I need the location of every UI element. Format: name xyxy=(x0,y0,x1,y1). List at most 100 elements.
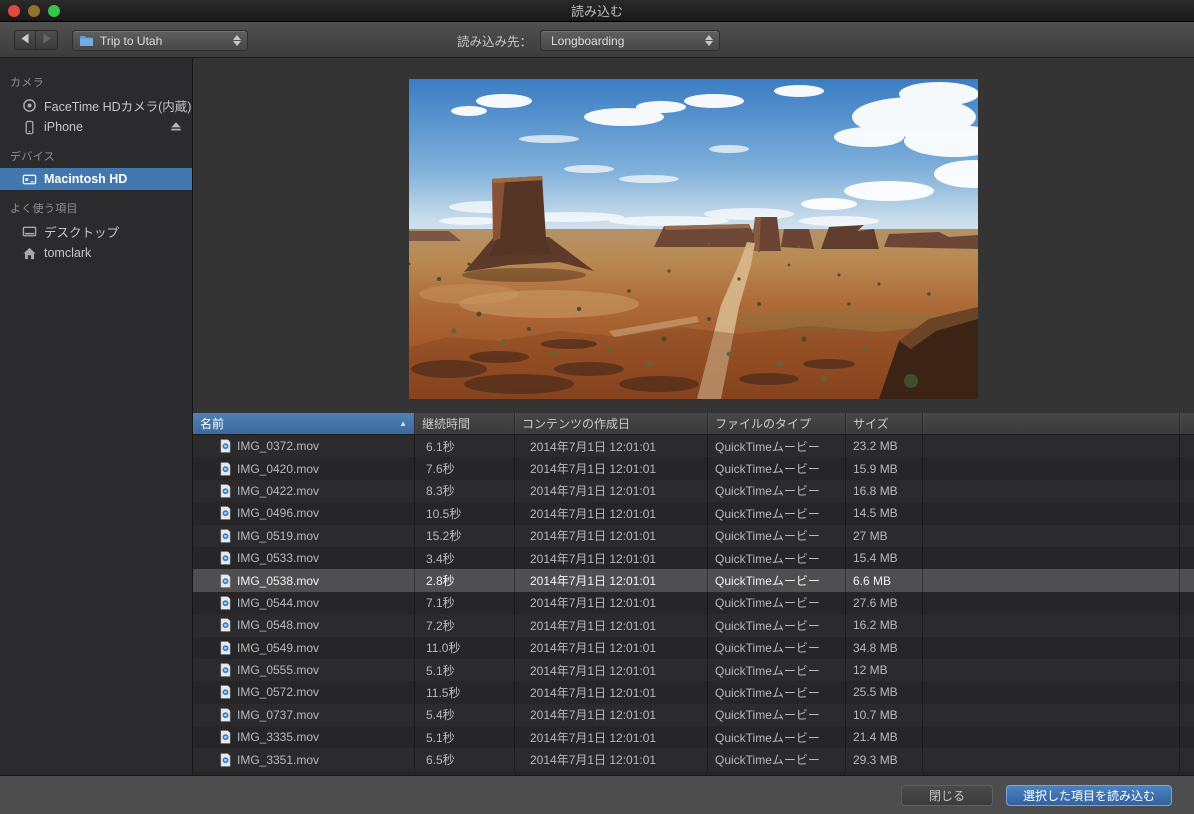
table-row[interactable]: IMG_0544.mov 7.1秒 2014年7月1日 12:01:01 QuickT… xyxy=(193,591,1194,615)
video-preview-image[interactable] xyxy=(409,79,978,399)
cell-type-text: QuickTimeムービー xyxy=(715,529,820,544)
close-button[interactable]: 閉じる xyxy=(900,784,993,806)
source-folder-dropdown[interactable]: Trip to Utah xyxy=(72,30,248,51)
cell-spacer xyxy=(1180,726,1194,748)
cell-type: QuickTimeムービー xyxy=(708,479,846,503)
table-row[interactable]: IMG_0555.mov 5.1秒 2014年7月1日 12:01:01 QuickT… xyxy=(193,658,1194,682)
cell-duration-text: 7.6秒 xyxy=(426,462,455,477)
cell-name: IMG_0548.mov xyxy=(193,614,415,637)
quicktime-file-icon xyxy=(220,506,231,521)
stepper-arrows-icon xyxy=(233,35,241,46)
cell-type-text: QuickTimeムービー xyxy=(715,685,820,700)
destination-dropdown[interactable]: Longboarding xyxy=(540,30,720,51)
cell-type: QuickTimeムービー xyxy=(708,457,846,480)
cell-duration-text: 11.5秒 xyxy=(426,685,461,700)
destination-value: Longboarding xyxy=(551,33,625,48)
sidebar-item-label: Macintosh HD xyxy=(44,172,128,186)
cell-type-text: QuickTimeムービー xyxy=(715,439,820,454)
cell-created-text: 2014年7月1日 12:01:01 xyxy=(530,574,657,589)
cell-created-text: 2014年7月1日 12:01:01 xyxy=(530,551,657,566)
cell-type: QuickTimeムービー xyxy=(708,591,846,615)
table-row[interactable]: IMG_3335.mov 5.1秒 2014年7月1日 12:01:01 QuickT… xyxy=(193,726,1194,749)
sidebar-item-label: FaceTime HDカメラ(内蔵) xyxy=(44,99,192,114)
table-row[interactable]: IMG_0420.mov 7.6秒 2014年7月1日 12:01:01 QuickT… xyxy=(193,457,1194,480)
quicktime-file-icon xyxy=(220,730,231,744)
cell-size: 23.2 MB xyxy=(846,435,923,458)
iphone-icon xyxy=(21,119,37,135)
cell-spacer xyxy=(1180,592,1194,614)
table-row[interactable]: IMG_0538.mov 2.8秒 2014年7月1日 12:01:01 QuickT… xyxy=(193,569,1194,592)
cell-created: 2014年7月1日 12:01:01 xyxy=(515,658,708,682)
forward-arrow-icon xyxy=(42,31,52,49)
column-header-label: コンテンツの作成日 xyxy=(522,417,631,431)
table-row[interactable]: IMG_0533.mov 3.4秒 2014年7月1日 12:01:01 QuickT… xyxy=(193,546,1194,570)
cell-created: 2014年7月1日 12:01:01 xyxy=(515,591,708,615)
cell-name: IMG_0737.mov xyxy=(193,703,415,727)
cell-name-text: IMG_0737.mov xyxy=(237,707,320,722)
cell-name-text: IMG_0519.mov xyxy=(237,528,320,543)
cell-duration: 8.3秒 xyxy=(415,479,515,503)
cell-spacer xyxy=(1180,614,1194,636)
import-window: 読み込む Trip to Utah 読み込み先： Longboarding カメ… xyxy=(0,0,1194,814)
cell-created: 2014年7月1日 12:01:01 xyxy=(515,524,708,547)
cell-size-text: 27 MB xyxy=(853,528,888,543)
cell-size-text: 15.4 MB xyxy=(853,551,898,566)
table-row[interactable]: IMG_0548.mov 7.2秒 2014年7月1日 12:01:01 QuickT… xyxy=(193,614,1194,637)
cell-created-text: 2014年7月1日 12:01:01 xyxy=(530,596,657,611)
table-row[interactable]: IMG_0422.mov 8.3秒 2014年7月1日 12:01:01 QuickT… xyxy=(193,479,1194,503)
cell-size-text: 12 MB xyxy=(853,663,888,678)
cell-created-text: 2014年7月1日 12:01:01 xyxy=(530,484,657,499)
cell-spacer xyxy=(1180,637,1194,659)
cell-duration-text: 11.0秒 xyxy=(426,641,461,656)
column-header-duration[interactable]: 継続時間 xyxy=(415,413,515,434)
cell-type: QuickTimeムービー xyxy=(708,636,846,659)
cell-created: 2014年7月1日 12:01:01 xyxy=(515,479,708,503)
cell-spacer xyxy=(923,636,1180,659)
import-selected-button[interactable]: 選択した項目を読み込む xyxy=(1005,784,1172,806)
cell-spacer xyxy=(1180,659,1194,681)
back-button[interactable] xyxy=(14,30,36,50)
sidebar-item-macintosh-hd[interactable]: Macintosh HD xyxy=(0,168,192,190)
table-row[interactable]: IMG_0496.mov 10.5秒 2014年7月1日 12:01:01 Quick… xyxy=(193,502,1194,525)
cell-duration: 11.0秒 xyxy=(415,636,515,659)
table-row[interactable]: IMG_3351.mov 6.5秒 2014年7月1日 12:01:01 QuickT… xyxy=(193,748,1194,771)
cell-type-text: QuickTimeムービー xyxy=(715,506,820,521)
table-row[interactable]: IMG_0572.mov 11.5秒 2014年7月1日 12:01:01 Quick… xyxy=(193,681,1194,704)
sidebar-item-facetime-hd-camera[interactable]: FaceTime HDカメラ(内蔵) xyxy=(0,94,192,116)
sidebar-item-desktop[interactable]: デスクトップ xyxy=(0,220,192,242)
table-row[interactable]: IMG_0549.mov 11.0秒 2014年7月1日 12:01:01 Quick… xyxy=(193,636,1194,659)
stepper-arrows-icon xyxy=(705,35,713,46)
sidebar-item-iphone[interactable]: iPhone xyxy=(0,116,192,138)
facetime-camera-icon xyxy=(21,97,37,113)
sort-ascending-icon: ▲ xyxy=(399,419,407,428)
column-header-size[interactable]: サイズ xyxy=(846,413,923,434)
cell-created: 2014年7月1日 12:01:01 xyxy=(515,435,708,458)
cell-name: IMG_3351.mov xyxy=(193,748,415,771)
column-header-label: ファイルのタイプ xyxy=(715,417,812,431)
cell-size-text: 21.4 MB xyxy=(853,730,898,745)
cell-name-text: IMG_3335.mov xyxy=(237,730,320,745)
forward-button[interactable] xyxy=(36,30,58,50)
cell-type: QuickTimeムービー xyxy=(708,502,846,525)
table-row[interactable]: IMG_0737.mov 5.4秒 2014年7月1日 12:01:01 QuickT… xyxy=(193,703,1194,727)
folder-icon xyxy=(79,35,94,47)
column-header-type[interactable]: ファイルのタイプ xyxy=(708,413,846,434)
cell-name: IMG_0544.mov xyxy=(193,591,415,615)
cell-created: 2014年7月1日 12:01:01 xyxy=(515,726,708,749)
cell-created-text: 2014年7月1日 12:01:01 xyxy=(530,641,657,656)
eject-icon[interactable] xyxy=(170,121,182,135)
quicktime-file-icon xyxy=(220,461,231,476)
cell-size: 6.6 MB xyxy=(846,569,923,592)
cell-created: 2014年7月1日 12:01:01 xyxy=(515,457,708,480)
column-header-created[interactable]: コンテンツの作成日 xyxy=(515,413,708,434)
sidebar-item-tomclark[interactable]: tomclark xyxy=(0,242,192,264)
table-row[interactable]: IMG_0372.mov 6.1秒 2014年7月1日 12:01:01 QuickT… xyxy=(193,435,1194,458)
cell-size: 14.5 MB xyxy=(846,502,923,525)
cell-name-text: IMG_0544.mov xyxy=(237,595,320,610)
column-header-name[interactable]: 名前 ▲ xyxy=(193,413,415,434)
table-row[interactable]: IMG_0519.mov 15.2秒 2014年7月1日 12:01:01 Quick… xyxy=(193,524,1194,547)
cell-duration-text: 2.8秒 xyxy=(426,574,455,589)
main-panel: 名前 ▲ 継続時間 コンテンツの作成日 ファイルのタイプ サイズ IMG_0372.mov… xyxy=(193,58,1194,775)
cell-duration-text: 6.1秒 xyxy=(426,439,455,454)
cell-duration-text: 5.1秒 xyxy=(426,730,455,745)
